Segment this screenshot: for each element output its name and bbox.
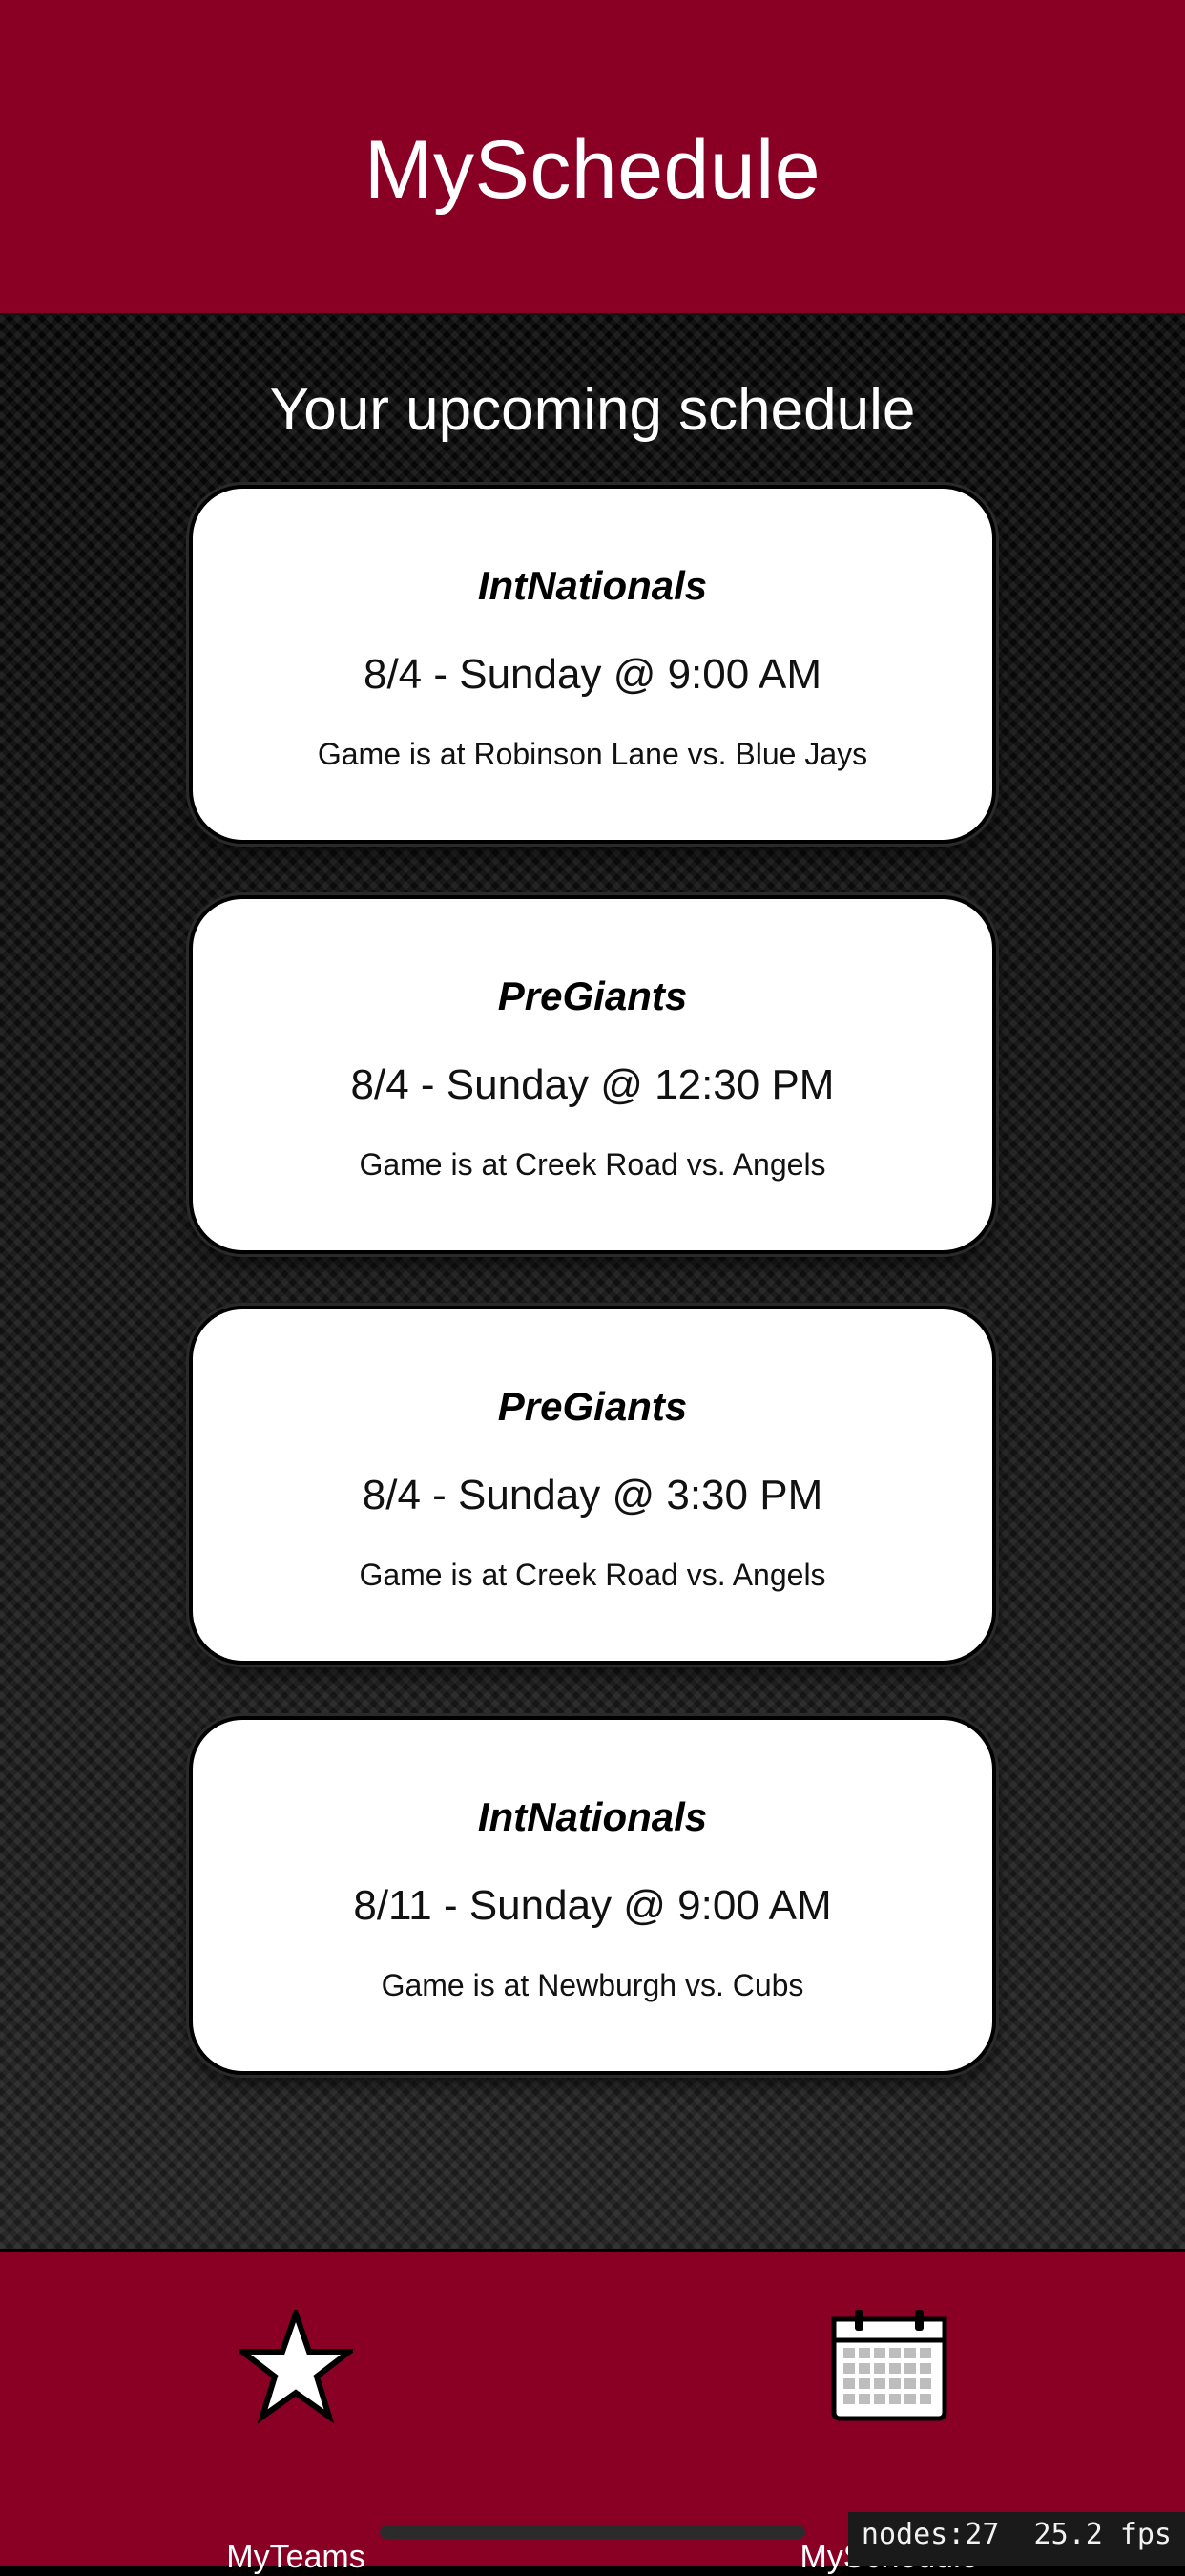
star-icon <box>234 2304 358 2428</box>
game-card[interactable]: IntNationals 8/4 - Sunday @ 9:00 AM Game… <box>189 485 996 844</box>
game-card[interactable]: IntNationals 8/11 - Sunday @ 9:00 AM Gam… <box>189 1716 996 2075</box>
game-datetime: 8/4 - Sunday @ 9:00 AM <box>363 651 822 698</box>
game-datetime: 8/11 - Sunday @ 9:00 AM <box>353 1882 832 1929</box>
game-card[interactable]: PreGiants 8/4 - Sunday @ 3:30 PM Game is… <box>189 1306 996 1665</box>
game-team: PreGiants <box>497 1384 688 1429</box>
calendar-icon <box>830 2310 948 2426</box>
game-location: Game is at Newburgh vs. Cubs <box>381 1968 804 2002</box>
game-team: IntNationals <box>477 1794 708 1839</box>
tab-label: MyTeams <box>226 2539 365 2575</box>
schedule-screen[interactable]: Your upcoming schedule IntNationals 8/4 … <box>0 313 1185 2249</box>
game-location: Game is at Robinson Lane vs. Blue Jays <box>317 737 868 771</box>
app-title: MySchedule <box>364 124 821 216</box>
game-team: IntNationals <box>477 563 708 608</box>
performance-overlay: nodes:27 25.2 fps <box>847 2512 1185 2566</box>
page-title: Your upcoming schedule <box>269 377 916 443</box>
game-location: Game is at Creek Road vs. Angels <box>359 1147 826 1182</box>
game-team: PreGiants <box>497 974 688 1018</box>
game-datetime: 8/4 - Sunday @ 3:30 PM <box>362 1472 823 1518</box>
tab-myschedule[interactable]: MySchedule <box>746 2310 1032 2575</box>
game-datetime: 8/4 - Sunday @ 12:30 PM <box>350 1061 835 1108</box>
home-indicator[interactable] <box>380 2525 805 2539</box>
game-card[interactable]: PreGiants 8/4 - Sunday @ 12:30 PM Game i… <box>189 895 996 1254</box>
tab-myteams[interactable]: MyTeams <box>153 2304 439 2575</box>
game-location: Game is at Creek Road vs. Angels <box>359 1558 826 1592</box>
app-header: MySchedule <box>0 0 1185 313</box>
